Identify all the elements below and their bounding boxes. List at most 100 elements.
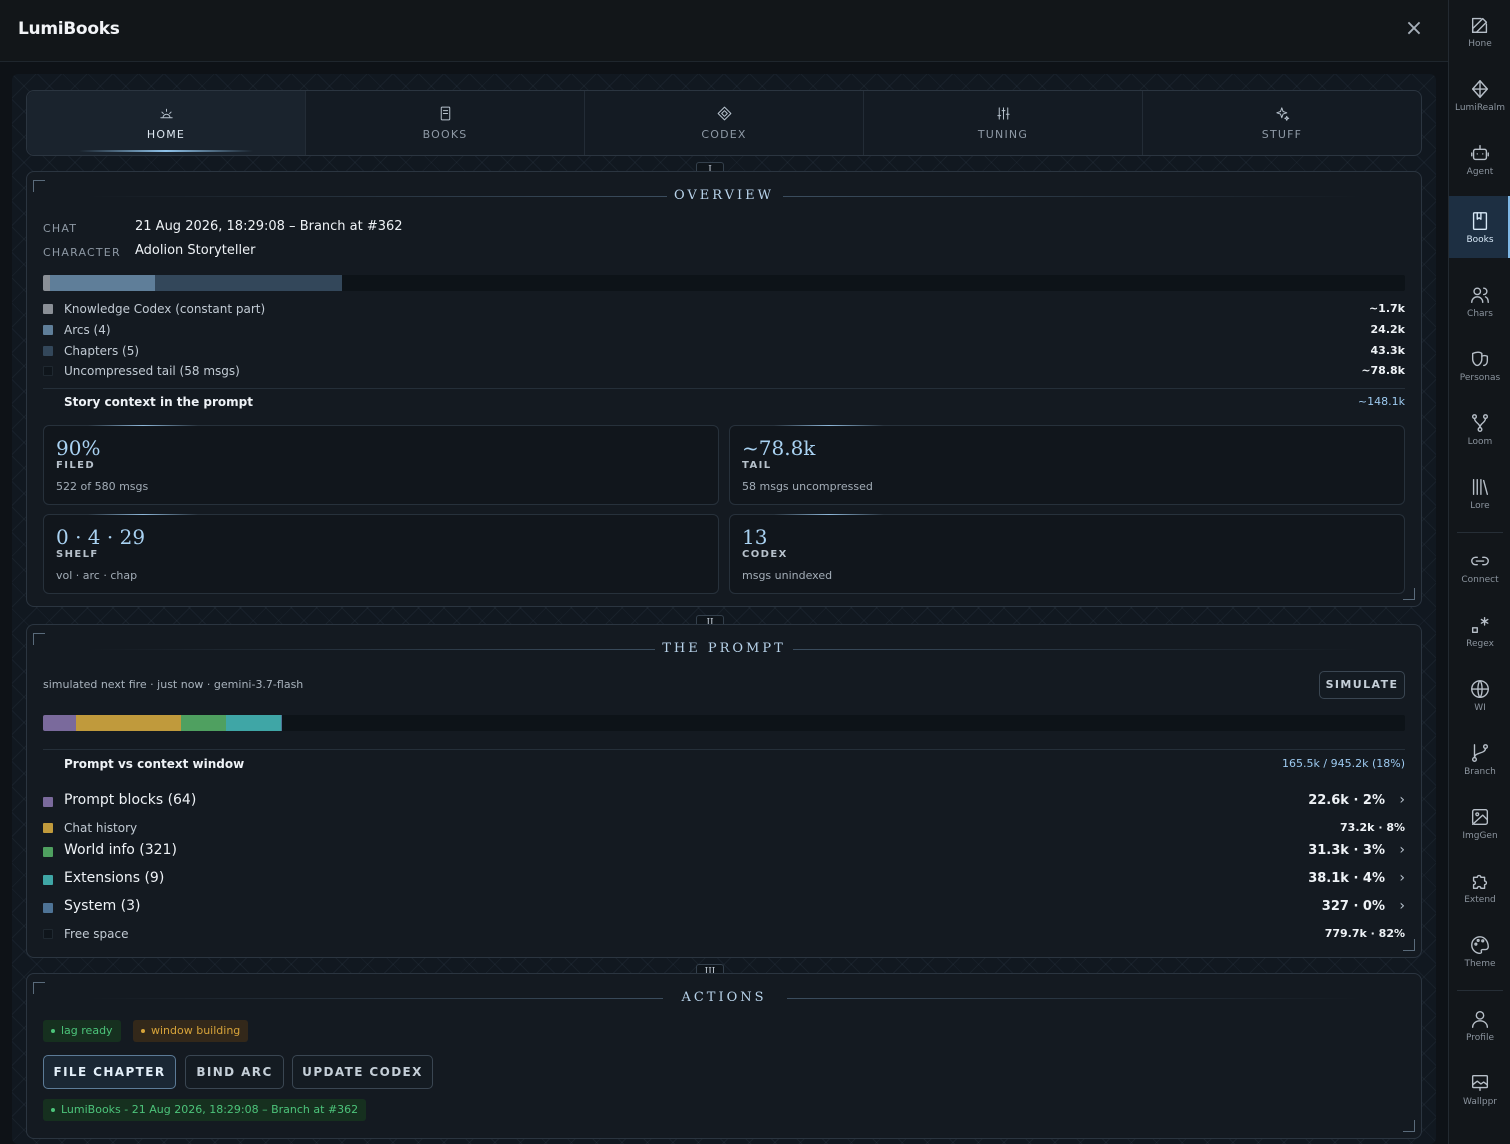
rail-item-label: Extend <box>1464 894 1496 905</box>
rail-item-theme[interactable]: Theme <box>1449 920 1510 982</box>
rail-item-wallppr[interactable]: Wallppr <box>1449 1058 1510 1120</box>
card-accent <box>774 425 884 426</box>
legend-value: 43.3k <box>1370 344 1405 357</box>
rail-item-label: Theme <box>1464 958 1496 969</box>
prompt-usage-bar <box>43 715 1405 731</box>
legend-swatch <box>43 903 53 913</box>
status-dot <box>141 1029 145 1033</box>
actions-panel: ACTIONS lag ready window building FILE C… <box>26 973 1422 1139</box>
breakdown-chat-history: Chat history 73.2k · 8% <box>43 819 1405 837</box>
file-chapter-button[interactable]: FILE CHAPTER <box>43 1055 176 1089</box>
rail-item-label: WI <box>1474 702 1486 713</box>
chevron-right-icon[interactable]: › <box>1399 792 1405 808</box>
rail-item-hone[interactable]: Hone <box>1449 0 1510 62</box>
rail-item-wi[interactable]: WI <box>1449 664 1510 726</box>
breakdown-extensions[interactable]: Extensions (9) 38.1k · 4% › <box>43 869 1405 887</box>
legend-label: Knowledge Codex (constant part) <box>64 302 266 316</box>
card-accent <box>88 425 198 426</box>
legend-label: System (3) <box>64 898 141 914</box>
breakdown-world-info[interactable]: World info (321) 31.3k · 3% › <box>43 841 1405 859</box>
rail-item-lore[interactable]: Lore <box>1449 462 1510 524</box>
stat-value: 0 · 4 · 29 <box>56 525 146 549</box>
sliders-icon <box>996 107 1010 120</box>
rail-item-label: Hone <box>1468 38 1492 49</box>
total-label: Story context in the prompt <box>64 395 253 409</box>
card-accent <box>774 514 884 515</box>
legend-label: Free space <box>64 927 129 941</box>
breakdown-system[interactable]: System (3) 327 · 0% › <box>43 897 1405 915</box>
rail-item-branch[interactable]: Branch <box>1449 728 1510 790</box>
total-label: Prompt vs context window <box>64 757 245 771</box>
chevron-right-icon[interactable]: › <box>1399 870 1405 886</box>
legend-swatch <box>43 929 53 939</box>
rail-item-imggen[interactable]: ImgGen <box>1449 792 1510 854</box>
legend-label: World info (321) <box>64 842 177 858</box>
close-icon[interactable]: × <box>1403 18 1425 41</box>
stat-card-codex: 13 CODEX msgs unindexed <box>729 514 1405 594</box>
bar-segment <box>75 715 182 731</box>
legend-swatch <box>43 304 53 314</box>
stat-card-filed: 90% FILED 522 of 580 msgs <box>43 425 719 505</box>
rail-item-personas[interactable]: Personas <box>1449 334 1510 396</box>
rail-item-connect[interactable]: Connect <box>1449 536 1510 598</box>
legend-label: Prompt blocks (64) <box>64 792 197 808</box>
rail-item-loom[interactable]: Loom <box>1449 398 1510 460</box>
legend-swatch <box>43 366 53 376</box>
rail-item-label: Connect <box>1461 574 1499 585</box>
tab-books[interactable]: BOOKS <box>305 91 584 155</box>
tab-label: STUFF <box>1261 128 1303 141</box>
legend-value: ~78.8k <box>1361 364 1405 377</box>
palette-icon <box>1471 935 1489 954</box>
legend-swatch <box>43 847 53 857</box>
legend-label: Chat history <box>64 821 138 835</box>
rail-item-label: Wallppr <box>1463 1096 1497 1107</box>
legend-swatch <box>43 823 53 833</box>
masks-icon <box>1471 350 1489 366</box>
stat-value: 13 <box>742 525 768 549</box>
rail-item-books[interactable]: Books <box>1449 196 1510 258</box>
rail-item-extend[interactable]: Extend <box>1449 856 1510 918</box>
status-badge-window: window building <box>133 1020 249 1042</box>
tab-label: BOOKS <box>422 128 468 141</box>
rail-item-label: Loom <box>1467 436 1493 447</box>
overview-title: OVERVIEW <box>673 188 774 203</box>
rail-item-chars[interactable]: Chars <box>1449 270 1510 332</box>
chat-value: 21 Aug 2026, 18:29:08 – Branch at #362 <box>135 219 403 234</box>
corner-ornament <box>1403 588 1415 600</box>
simulate-button[interactable]: SIMULATE <box>1319 671 1405 699</box>
stat-sub: 522 of 580 msgs <box>56 480 149 493</box>
legend-value: ~1.7k <box>1368 302 1405 315</box>
rail-item-regex[interactable]: Regex <box>1449 600 1510 662</box>
rail-item-label: Lore <box>1470 500 1490 511</box>
legend-value: 327 · 0% <box>1321 899 1385 914</box>
tab-home[interactable]: HOME <box>27 91 305 155</box>
story-context-bar <box>43 275 1405 291</box>
tab-codex[interactable]: CODEX <box>584 91 863 155</box>
legend-label: Extensions (9) <box>64 870 165 886</box>
library-icon <box>1472 478 1489 495</box>
rail-item-label: Regex <box>1466 638 1494 649</box>
status-message: LumiBooks - 21 Aug 2026, 18:29:08 – Bran… <box>43 1099 367 1121</box>
breakdown-prompt-blocks[interactable]: Prompt blocks (64) 22.6k · 2% › <box>43 791 1405 809</box>
rail-item-profile[interactable]: Profile <box>1449 994 1510 1056</box>
bind-arc-button[interactable]: BIND ARC <box>185 1055 284 1089</box>
sparkle-icon <box>1275 107 1289 121</box>
rail-item-lumirealm[interactable]: LumiRealm <box>1449 64 1510 126</box>
rail-item-agent[interactable]: Agent <box>1449 128 1510 190</box>
update-codex-button[interactable]: UPDATE CODEX <box>292 1055 433 1089</box>
bot-icon <box>1471 144 1489 160</box>
chevron-right-icon[interactable]: › <box>1399 898 1405 914</box>
total-value: ~148.1k <box>1357 395 1405 408</box>
image-icon <box>1471 808 1489 825</box>
pencil-square-icon <box>1471 17 1488 33</box>
puzzle-icon <box>1472 874 1488 889</box>
chevron-right-icon[interactable]: › <box>1399 842 1405 858</box>
main-content: HOME BOOKS CODEX TUNING STUFF I OVERVIEW… <box>12 74 1436 1144</box>
tab-tuning[interactable]: TUNING <box>863 91 1142 155</box>
legend-label: Arcs (4) <box>64 323 111 337</box>
legend-swatch <box>43 346 53 356</box>
tab-stuff[interactable]: STUFF <box>1142 91 1421 155</box>
legend-swatch <box>43 325 53 335</box>
prompt-panel: THE PROMPT simulated next fire · just no… <box>26 624 1422 958</box>
stat-label: CODEX <box>742 549 788 560</box>
